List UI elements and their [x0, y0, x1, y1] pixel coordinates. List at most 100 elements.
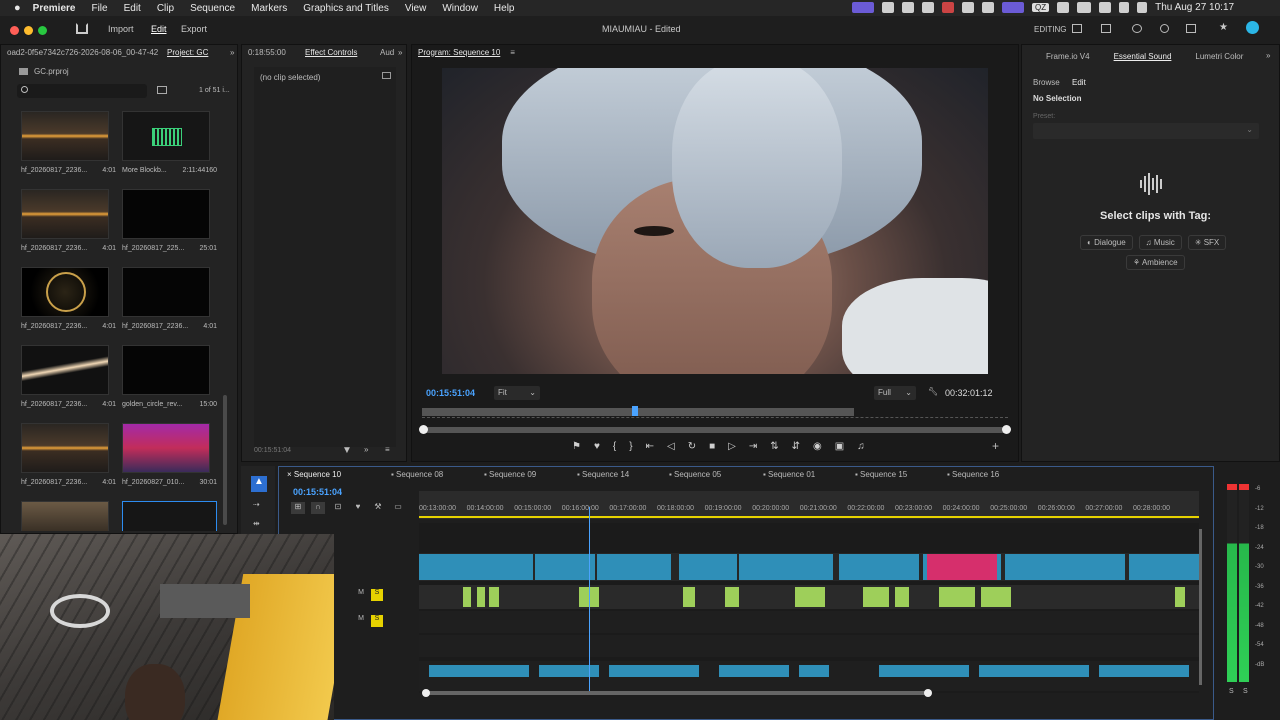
project-item[interactable]: hf_20260827_010... 30:01 [122, 423, 217, 486]
project-breadcrumb[interactable]: oad2-0f5e7342c726-2026-08-06_00-47-42 [7, 48, 158, 57]
close-window-button[interactable] [10, 25, 19, 35]
tab-sequence[interactable]: ▪ Sequence 16 [947, 470, 999, 479]
wifi-icon[interactable] [1099, 2, 1112, 13]
audio-clip[interactable] [799, 665, 829, 677]
project-item[interactable]: hf_20260817_225... 25:01 [122, 189, 217, 252]
audio-clip[interactable] [719, 665, 789, 677]
settings-icon[interactable] [1132, 24, 1142, 33]
panel-toggle-icon[interactable] [382, 72, 391, 79]
status-icon[interactable] [962, 2, 974, 13]
scroll-handle-right[interactable] [924, 689, 932, 697]
keyboard-badge[interactable]: QZ [1032, 3, 1050, 12]
solo-button[interactable]: S [371, 615, 383, 627]
project-scrollbar[interactable] [223, 395, 227, 525]
preset-select[interactable]: ⌄ [1033, 123, 1259, 139]
clip-thumbnail[interactable] [122, 267, 210, 317]
audio-clip[interactable] [795, 587, 825, 607]
project-item[interactable]: hf_20260817_2236... 4:01 [21, 189, 116, 252]
tab-audio[interactable]: Aud [380, 48, 394, 57]
playhead-marker[interactable] [632, 406, 638, 416]
video-clip[interactable] [679, 554, 737, 580]
clip-thumbnail[interactable] [21, 267, 109, 317]
audio-clip[interactable] [981, 587, 1011, 607]
audio-clip[interactable] [489, 587, 499, 607]
project-item[interactable]: More Blockb... 2:11:44160 [122, 111, 217, 174]
step-back-icon[interactable]: ◁ [667, 441, 675, 452]
solo-button[interactable]: S [371, 589, 383, 601]
video-clip[interactable] [1005, 554, 1125, 580]
status-icon[interactable] [852, 2, 874, 13]
clip-thumbnail[interactable] [21, 189, 109, 239]
video-clip[interactable] [535, 554, 595, 580]
tab-sequence[interactable]: ▪ Sequence 15 [855, 470, 907, 479]
search-icon[interactable] [1160, 24, 1169, 33]
clip-thumbnail[interactable] [122, 345, 210, 395]
tab-sequence[interactable]: ▪ Sequence 05 [669, 470, 721, 479]
menu-help[interactable]: Help [486, 3, 523, 14]
tab-effect-controls[interactable]: Effect Controls [305, 48, 357, 57]
project-item[interactable]: hf_20260817_2236... 4:01 [21, 111, 116, 174]
project-item[interactable]: hf_20260817_2236... 4:01 [21, 267, 116, 330]
wrench-icon[interactable]: 🔧︎ [928, 387, 938, 396]
go-to-in-icon[interactable]: ⇤ [646, 441, 654, 452]
tab-sequence[interactable]: ▪ Sequence 09 [484, 470, 536, 479]
project-item[interactable]: hf_20260817_2236... 4:01 [21, 345, 116, 408]
fullscreen-icon[interactable] [1186, 24, 1196, 33]
project-item[interactable]: hf_20260817_2236... 4:01 [21, 423, 116, 486]
video-clip[interactable] [1129, 554, 1199, 580]
menu-view[interactable]: View [397, 3, 435, 14]
status-icon[interactable] [982, 2, 994, 13]
tag-sfx-button[interactable]: ✳ SFX [1187, 235, 1227, 250]
mini-timeline[interactable] [422, 406, 1008, 418]
status-icon[interactable] [922, 2, 934, 13]
workspace-mode[interactable]: EDITING [1034, 25, 1066, 34]
timeline-ruler[interactable]: 00:13:00:00 00:14:00:00 00:15:00:00 00:16:0… [419, 491, 1199, 519]
tab-sequence[interactable]: ▪ Sequence 14 [577, 470, 629, 479]
audio-clip[interactable] [683, 587, 695, 607]
audio-clip[interactable] [863, 587, 889, 607]
clip-thumbnail[interactable] [21, 111, 109, 161]
export-icon[interactable]: » [364, 445, 368, 454]
program-video[interactable] [442, 68, 988, 374]
search-icon[interactable] [1119, 2, 1130, 13]
audio-clip[interactable] [979, 665, 1089, 677]
step-forward-icon[interactable]: ▷ [728, 441, 736, 452]
video-clip[interactable] [739, 554, 833, 580]
audio-clip[interactable] [1175, 587, 1185, 607]
video-clip[interactable] [839, 554, 919, 580]
audio-clip[interactable] [879, 665, 969, 677]
video-clip[interactable] [597, 554, 671, 580]
audio-clip[interactable] [539, 665, 599, 677]
new-bin-icon[interactable] [157, 86, 167, 94]
minimize-window-button[interactable] [24, 25, 33, 35]
tab-frameio[interactable]: Frame.io V4 [1046, 52, 1090, 61]
avatar[interactable] [1246, 21, 1259, 34]
expand-icon[interactable]: » [398, 48, 402, 57]
mark-out-icon[interactable]: } [629, 441, 632, 452]
audio-icon[interactable]: ♫ [857, 441, 865, 452]
timeline-timecode[interactable]: 00:15:51:04 [293, 487, 342, 497]
work-area-bar[interactable] [419, 516, 1199, 518]
clip-thumbnail[interactable] [21, 345, 109, 395]
menu-graphics[interactable]: Graphics and Titles [295, 3, 397, 14]
video-clip[interactable] [927, 554, 997, 580]
timeline-scrollbar[interactable] [422, 689, 932, 697]
expand-icon[interactable]: » [1266, 51, 1270, 60]
menu-sequence[interactable]: Sequence [182, 3, 243, 14]
status-icon[interactable] [902, 2, 914, 13]
quality-select[interactable]: Full ⌄ [874, 386, 916, 400]
selection-tool-icon[interactable]: ▲ [251, 476, 267, 492]
audio-clip[interactable] [463, 587, 471, 607]
track-lane[interactable] [419, 523, 1199, 549]
clip-thumbnail[interactable] [122, 111, 210, 161]
tab-import[interactable]: Import [108, 24, 134, 34]
panel-icon[interactable] [1072, 24, 1082, 33]
status-icon[interactable] [882, 2, 894, 13]
wrench-icon[interactable]: ⚒ [371, 502, 385, 514]
captions-icon[interactable]: ⊡ [331, 502, 345, 514]
zoom-scrollbar[interactable] [419, 425, 1011, 434]
project-item[interactable]: hf_20260817_2236... 4:01 [122, 267, 217, 330]
caption-track-icon[interactable]: ▭ [391, 502, 405, 514]
clip-thumbnail[interactable] [21, 423, 109, 473]
program-timecode[interactable]: 00:15:51:04 [426, 388, 475, 398]
